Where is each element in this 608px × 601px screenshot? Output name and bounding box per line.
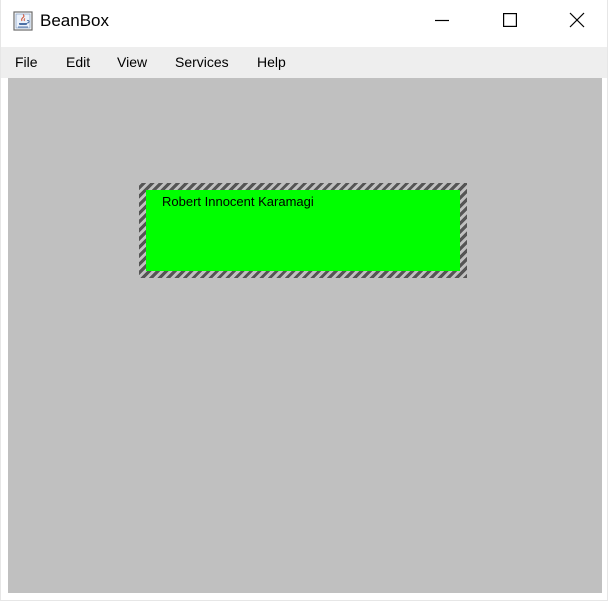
bean-component[interactable]: Robert Innocent Karamagi: [146, 190, 460, 271]
title-bar[interactable]: BeanBox: [1, 0, 607, 44]
close-button[interactable]: [554, 0, 600, 44]
menu-file[interactable]: File: [13, 47, 40, 78]
menu-edit[interactable]: Edit: [64, 47, 92, 78]
minimize-button[interactable]: [419, 0, 465, 44]
bean-canvas[interactable]: Robert Innocent Karamagi: [8, 78, 602, 593]
bean-selection-border[interactable]: Robert Innocent Karamagi: [139, 183, 467, 278]
window-title: BeanBox: [40, 11, 109, 30]
close-icon: [569, 12, 585, 33]
menu-help[interactable]: Help: [255, 47, 288, 78]
menu-bar: File Edit View Services Help: [1, 47, 607, 78]
menu-services[interactable]: Services: [173, 47, 231, 78]
maximize-icon: [503, 12, 518, 32]
java-icon: [13, 11, 33, 31]
menu-view[interactable]: View: [115, 47, 149, 78]
bean-label: Robert Innocent Karamagi: [162, 194, 314, 209]
maximize-button[interactable]: [487, 0, 533, 44]
beanbox-window: BeanBox File Edit View Services Help Rob…: [0, 0, 608, 601]
minimize-icon: [435, 13, 449, 32]
